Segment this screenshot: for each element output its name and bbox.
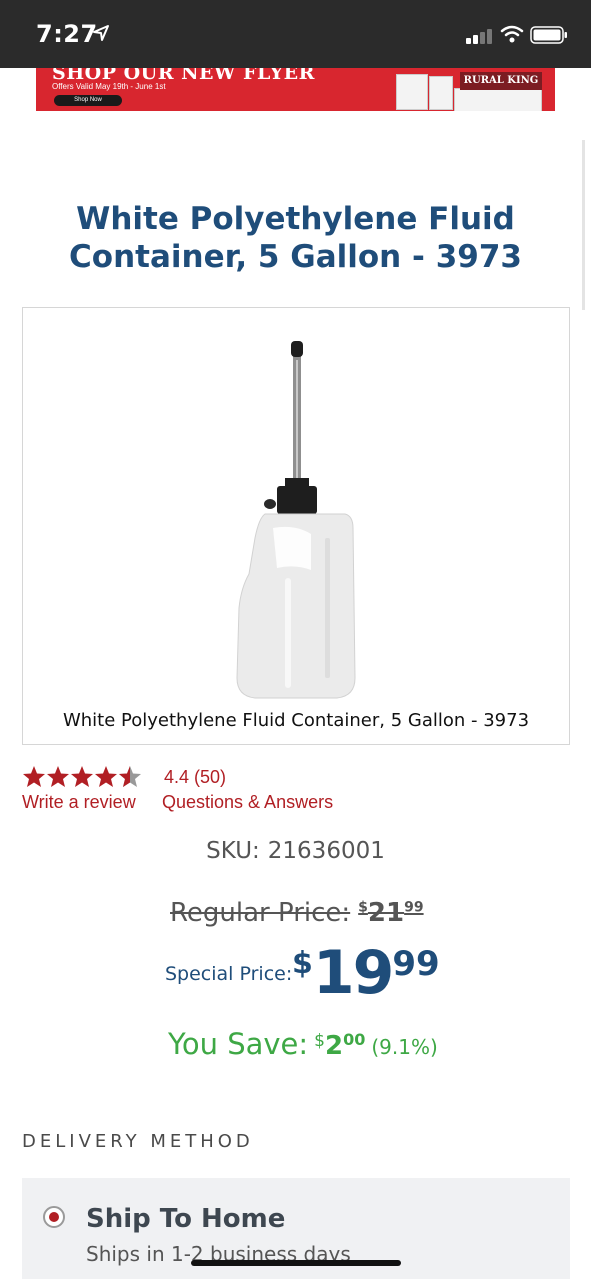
product-title: White Polyethylene Fluid Container, 5 Ga…	[69, 201, 522, 275]
scrollbar[interactable]	[582, 140, 585, 310]
shop-now-button[interactable]: Shop Now	[54, 95, 122, 106]
banner-subtext: Offers Valid May 19th - June 1st	[52, 82, 166, 91]
product-image	[236, 341, 356, 699]
special-cents: 99	[392, 944, 440, 984]
rating-summary[interactable]: 4.4 (50)	[164, 767, 226, 788]
regular-currency: $	[358, 899, 368, 916]
questions-answers-link[interactable]: Questions & Answers	[162, 792, 333, 813]
save-cents: 00	[343, 1030, 366, 1049]
image-caption: White Polyethylene Fluid Container, 5 Ga…	[62, 710, 530, 731]
regular-price: Regular Price: $2199	[170, 898, 424, 928]
location-arrow-icon	[93, 25, 109, 41]
save-dollars: 2	[325, 1031, 344, 1061]
promo-banner[interactable]: SHOP OUR NEW FLYER Offers Valid May 19th…	[36, 68, 555, 111]
ship-to-home-radio[interactable]	[43, 1206, 65, 1228]
save-currency: $	[314, 1031, 325, 1051]
product-image-frame[interactable]: White Polyethylene Fluid Container, 5 Ga…	[22, 307, 570, 745]
battery-icon	[530, 26, 567, 44]
star-icon	[71, 766, 93, 787]
you-save: You Save: $200 (9.1%)	[168, 1027, 438, 1061]
clock: 7:27	[36, 20, 98, 48]
sku-value: 21636001	[267, 838, 385, 864]
regular-cents: 99	[404, 899, 424, 916]
star-rating[interactable]	[22, 765, 144, 789]
save-label: You Save:	[168, 1027, 309, 1061]
wifi-icon	[500, 25, 524, 43]
sku-label: SKU:	[206, 838, 260, 864]
star-icon	[23, 766, 45, 787]
home-indicator[interactable]	[191, 1260, 401, 1266]
regular-dollars: 21	[367, 898, 405, 928]
regular-price-label: Regular Price:	[170, 898, 351, 928]
ship-option-title: Ship To Home	[86, 1204, 286, 1234]
cellular-signal-icon	[466, 29, 492, 44]
write-review-link[interactable]: Write a review	[22, 792, 136, 813]
save-percent: (9.1%)	[371, 1035, 438, 1059]
special-dollars: 19	[312, 938, 394, 1008]
special-price-label: Special Price:	[165, 963, 293, 985]
special-price: $1999	[292, 938, 440, 1008]
special-currency: $	[292, 946, 313, 981]
star-icon	[95, 766, 117, 787]
brand-logo: RURAL KING	[460, 72, 542, 90]
star-icon	[47, 766, 69, 787]
sku-line: SKU: 21636001	[0, 838, 591, 864]
status-bar: 7:27	[0, 0, 591, 68]
delivery-method-heading: DELIVERY METHOD	[22, 1131, 254, 1152]
